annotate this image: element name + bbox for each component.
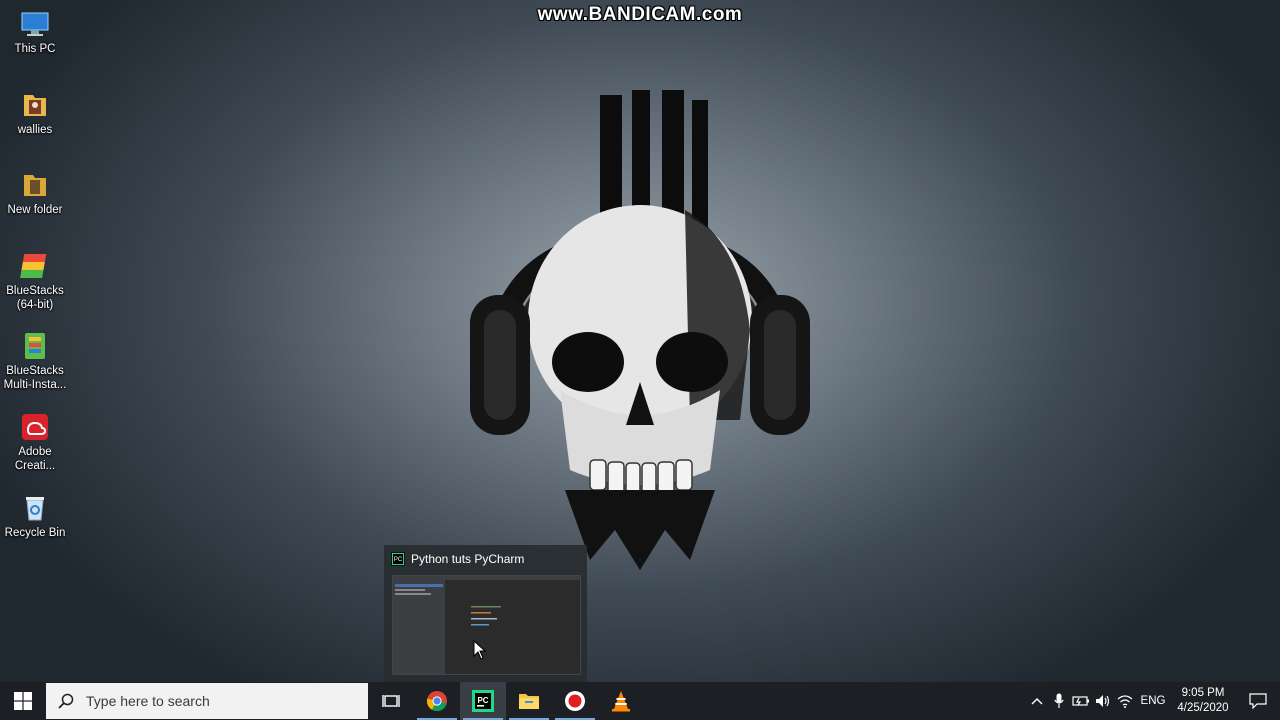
show-hidden-icons-button[interactable] (1026, 682, 1048, 720)
task-view-icon (382, 695, 400, 707)
desktop-icon-label: This PC (14, 43, 56, 55)
this-pc-icon (21, 12, 49, 36)
bandicam-watermark: www.BANDICAM.com (537, 4, 743, 25)
start-button[interactable] (0, 682, 46, 720)
clock-time: 9:05 PM (1181, 687, 1225, 699)
taskbar-search-box[interactable] (46, 683, 368, 719)
recycle-bin-icon (26, 497, 44, 521)
task-view-button[interactable] (368, 682, 414, 720)
action-center-button[interactable] (1236, 682, 1280, 720)
volume-tray[interactable] (1092, 682, 1114, 720)
preview-window-thumbnail[interactable] (392, 575, 581, 675)
desktop-icon-wallies[interactable]: wallies (0, 89, 70, 137)
preview-header: PC Python tuts PyCharm (384, 545, 587, 573)
clock-date: 4/25/2020 (1177, 702, 1229, 714)
microphone-tray[interactable] (1048, 682, 1070, 720)
pycharm-icon: PC (391, 552, 405, 566)
adobe-creative-cloud-icon (22, 414, 48, 440)
pycharm-icon: PC (472, 690, 494, 712)
desktop-icon-new-folder[interactable]: New folder (0, 169, 70, 217)
mouse-cursor-icon (473, 640, 487, 660)
desktop-icon-bluestacks[interactable]: BlueStacks (64-bit) (0, 250, 70, 312)
input-language-indicator[interactable]: ENG (1136, 695, 1170, 707)
network-tray[interactable] (1114, 682, 1136, 720)
taskbar-pycharm[interactable]: PC (460, 682, 506, 720)
taskbar: PC (0, 682, 1280, 720)
chrome-icon (426, 691, 447, 712)
battery-tray[interactable] (1070, 682, 1092, 720)
chevron-up-icon (1031, 698, 1043, 705)
desktop-icon-this-pc[interactable]: This PC (0, 8, 70, 56)
system-tray: ENG 9:05 PM 4/25/2020 (1026, 682, 1280, 720)
desktop-icon-label: wallies (17, 124, 53, 136)
desktop-icon-bluestacks-multi[interactable]: BlueStacks Multi-Insta... (0, 330, 70, 392)
desktop-icon-recycle-bin[interactable]: Recycle Bin (0, 492, 70, 540)
svg-text:PC: PC (477, 696, 488, 705)
taskbar-clock[interactable]: 9:05 PM 4/25/2020 (1170, 686, 1236, 716)
bluestacks-multi-instance-icon (25, 333, 45, 359)
desktop-icon-label: BlueStacks Multi-Insta... (3, 365, 67, 391)
taskbar-vlc[interactable] (598, 682, 644, 720)
file-explorer-icon (519, 694, 539, 709)
desktop-icon-adobe-creative[interactable]: Adobe Creati... (0, 411, 70, 473)
vlc-cone-icon (612, 691, 630, 712)
svg-text:PC: PC (394, 557, 403, 563)
desktop-icon-label: BlueStacks (64-bit) (6, 285, 64, 311)
preview-window-title: Python tuts PyCharm (411, 552, 525, 566)
bandicam-record-icon (565, 691, 585, 711)
desktop-icon-label: Recycle Bin (4, 527, 66, 539)
taskbar-bandicam[interactable] (552, 682, 598, 720)
battery-charging-icon (1072, 696, 1089, 706)
search-icon (58, 693, 74, 709)
taskbar-thumbnail-preview[interactable]: PC Python tuts PyCharm (384, 545, 587, 682)
wallpaper-skull-art (470, 90, 810, 570)
wifi-icon (1117, 695, 1133, 708)
image-folder-icon (24, 95, 46, 116)
folder-icon (24, 175, 46, 196)
microphone-icon (1054, 693, 1064, 708)
taskbar-file-explorer[interactable] (506, 682, 552, 720)
bluestacks-icon (20, 254, 47, 278)
desktop-icon-label: Adobe Creati... (14, 446, 56, 472)
taskbar-chrome[interactable] (414, 682, 460, 720)
search-input[interactable] (84, 692, 348, 710)
notification-icon (1249, 693, 1267, 709)
windows-logo-icon (14, 692, 32, 710)
desktop-icon-label: New folder (7, 204, 63, 216)
speaker-icon (1096, 695, 1110, 707)
